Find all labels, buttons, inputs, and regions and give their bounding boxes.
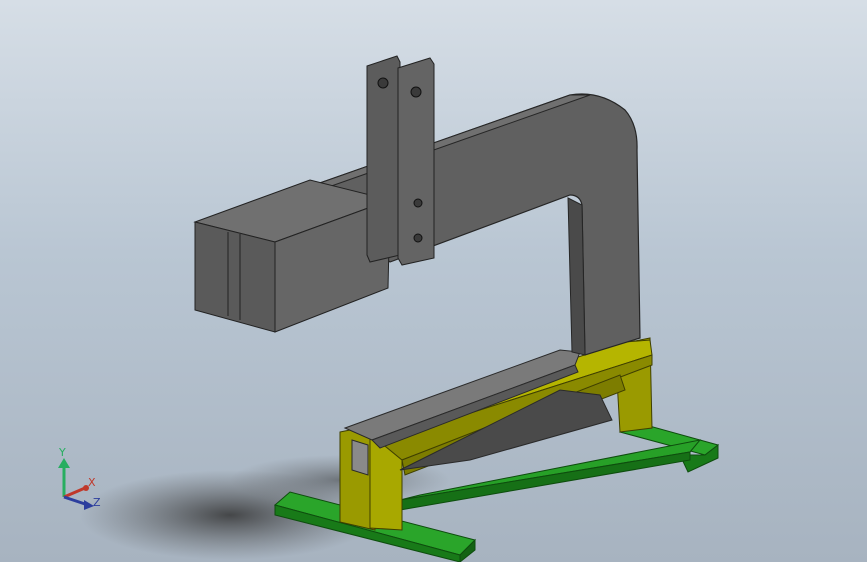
plate-hole — [410, 86, 422, 98]
plate-hole — [377, 77, 389, 89]
triad-x-label: X — [88, 476, 96, 489]
triad-y-arrow-icon — [58, 458, 70, 468]
cylinder-block[interactable] — [193, 179, 392, 333]
triad-y-label: Y — [58, 446, 66, 459]
graphics-viewport[interactable]: Y X Z — [0, 0, 867, 562]
plate-hole — [413, 198, 423, 208]
triad-x-axis — [63, 486, 86, 499]
mounting-plates[interactable] — [366, 55, 435, 266]
reference-triad[interactable]: Y X Z — [58, 446, 101, 510]
plate-hole — [413, 233, 423, 243]
model-view[interactable]: Y X Z — [0, 0, 867, 562]
triad-z-label: Z — [93, 496, 101, 509]
